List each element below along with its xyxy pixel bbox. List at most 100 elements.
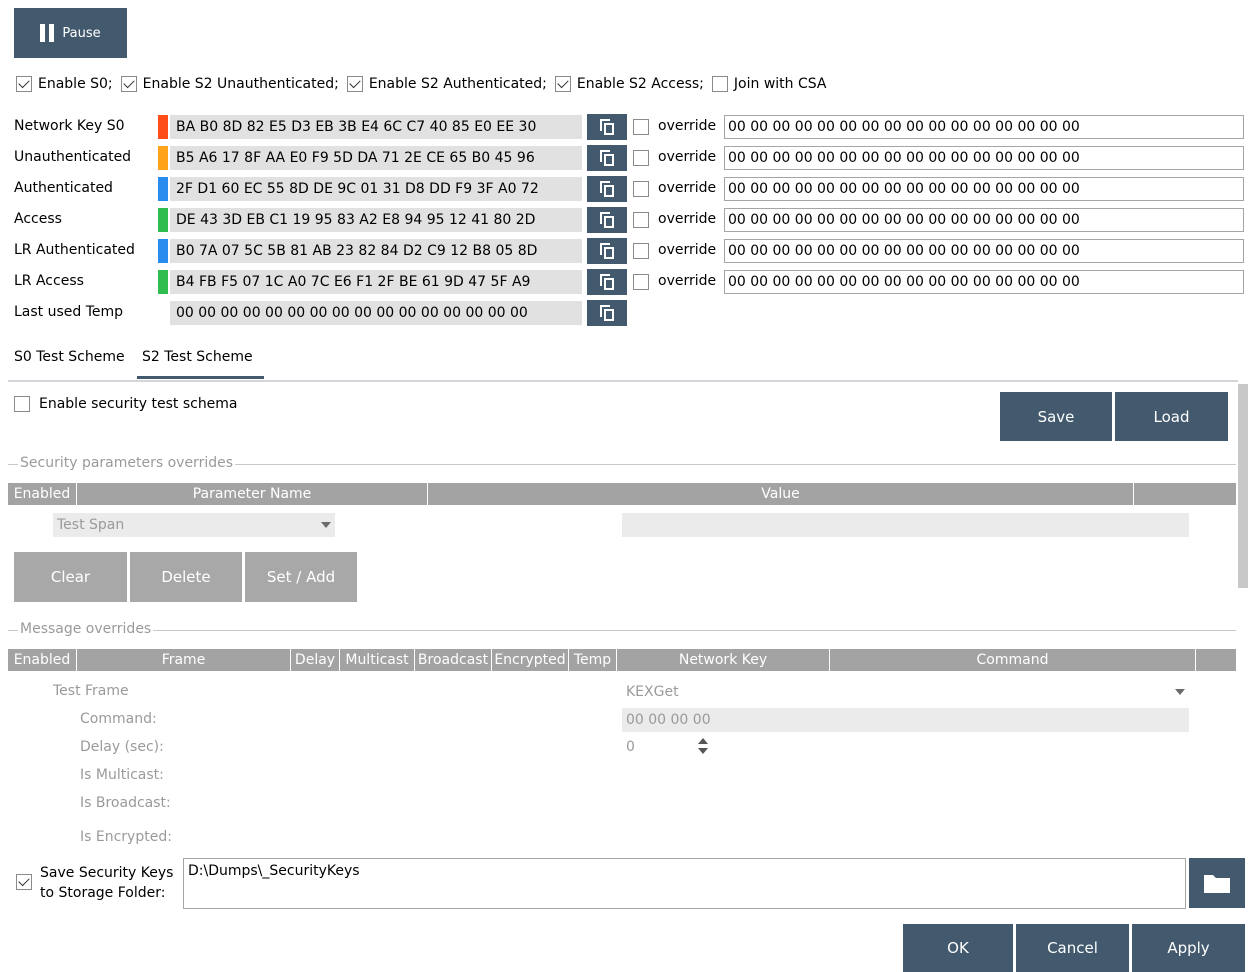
folder-icon (1204, 875, 1230, 893)
override-checkbox[interactable] (633, 181, 649, 197)
key-value: 2F D1 60 EC 55 8D DE 9C 01 31 D8 DD F9 3… (170, 177, 582, 201)
copy-button[interactable] (587, 238, 627, 264)
copy-button[interactable] (587, 300, 627, 326)
ok-button[interactable]: OK (903, 924, 1013, 972)
parameter-select[interactable]: Test Span (53, 513, 335, 537)
key-color-bar (158, 146, 168, 170)
browse-folder-button[interactable] (1189, 858, 1245, 908)
flag-join-with-csa[interactable]: Join with CSA (711, 76, 827, 92)
override-key-input[interactable]: 00 00 00 00 00 00 00 00 00 00 00 00 00 0… (724, 208, 1244, 232)
override-key-input[interactable]: 00 00 00 00 00 00 00 00 00 00 00 00 00 0… (724, 177, 1244, 201)
copy-button[interactable] (587, 145, 627, 171)
params-table-header: Enabled Parameter Name Value (8, 483, 1236, 505)
checkbox[interactable] (346, 76, 363, 92)
clear-button[interactable]: Clear (14, 552, 127, 602)
parameter-value-input[interactable] (622, 513, 1189, 537)
override-label: override (658, 149, 717, 165)
column-value: Value (428, 483, 1134, 505)
flag-label: Enable S2 Access; (576, 76, 704, 92)
column-multicast: Multicast (340, 649, 415, 671)
set-add-button[interactable]: Set / Add (245, 552, 357, 602)
delay-label: Delay (sec): (80, 739, 164, 755)
override-checkbox[interactable] (633, 150, 649, 166)
apply-button[interactable]: Apply (1132, 924, 1245, 972)
parameter-select-value: Test Span (57, 517, 125, 533)
pause-button[interactable]: Pause (14, 8, 127, 58)
command-input[interactable]: 00 00 00 00 (622, 708, 1189, 732)
cancel-button[interactable]: Cancel (1016, 924, 1129, 972)
copy-icon (600, 181, 614, 197)
flag-label: Enable S0; (38, 76, 113, 92)
delete-button[interactable]: Delete (130, 552, 242, 602)
checkbox[interactable] (711, 76, 728, 92)
override-checkbox[interactable] (633, 243, 649, 259)
save-keys-label-line2: to Storage Folder: (40, 885, 166, 901)
enable-schema-row[interactable]: Enable security test schema (14, 396, 238, 412)
flag-enable-s2-unauthenticated[interactable]: Enable S2 Unauthenticated; (120, 76, 339, 92)
delay-value: 0 (626, 739, 635, 755)
override-label: override (658, 242, 717, 258)
column-delay: Delay (291, 649, 340, 671)
override-label: override (658, 211, 717, 227)
pause-icon (40, 24, 55, 42)
key-label-lr-authenticated: LR Authenticated (14, 242, 135, 258)
key-label-lr-access: LR Access (14, 273, 84, 289)
override-key-input[interactable]: 00 00 00 00 00 00 00 00 00 00 00 00 00 0… (724, 270, 1244, 294)
column-temp: Temp (569, 649, 617, 671)
is-multicast-label: Is Multicast: (80, 767, 164, 783)
override-key-input[interactable]: 00 00 00 00 00 00 00 00 00 00 00 00 00 0… (724, 115, 1244, 139)
column-frame: Frame (77, 649, 291, 671)
save-keys-label: Save Security Keys to Storage Folder: (40, 863, 173, 903)
flag-enable-s0[interactable]: Enable S0; (16, 76, 113, 92)
copy-icon (600, 274, 614, 290)
copy-icon (600, 305, 614, 321)
column-enabled: Enabled (8, 483, 77, 505)
enable-schema-label: Enable security test schema (39, 396, 238, 412)
override-key-input[interactable]: 00 00 00 00 00 00 00 00 00 00 00 00 00 0… (724, 146, 1244, 170)
column-network-key: Network Key (617, 649, 830, 671)
test-frame-label: Test Frame (53, 683, 129, 699)
copy-icon (600, 243, 614, 259)
copy-button[interactable] (587, 269, 627, 295)
flag-enable-s2-access[interactable]: Enable S2 Access; (554, 76, 704, 92)
storage-folder-input[interactable]: D:\Dumps\_SecurityKeys (183, 858, 1186, 909)
checkbox[interactable] (120, 76, 137, 92)
spin-up-icon[interactable] (698, 738, 708, 744)
key-color-bar (158, 239, 168, 263)
override-checkbox[interactable] (633, 274, 649, 290)
save-button[interactable]: Save (1000, 392, 1112, 441)
delay-spinner[interactable]: 0 (622, 735, 714, 759)
copy-button[interactable] (587, 176, 627, 202)
tab-s0-test-scheme[interactable]: S0 Test Scheme (14, 349, 125, 365)
key-label-access: Access (14, 211, 62, 227)
security-flags: Enable S0; Enable S2 Unauthenticated; En… (16, 76, 834, 92)
override-checkbox[interactable] (633, 212, 649, 228)
spin-down-icon[interactable] (698, 748, 708, 754)
enable-schema-checkbox[interactable] (14, 396, 30, 412)
checkbox[interactable] (16, 76, 32, 92)
key-color-bar (158, 177, 168, 201)
override-checkbox[interactable] (633, 119, 649, 135)
key-color-bar (158, 270, 168, 294)
tab-s2-test-scheme[interactable]: S2 Test Scheme (142, 349, 253, 365)
message-overrides-group-title: Message overrides (18, 621, 154, 637)
flag-label: Join with CSA (733, 76, 827, 92)
flag-label: Enable S2 Unauthenticated; (142, 76, 339, 92)
copy-icon (600, 150, 614, 166)
checkbox[interactable] (554, 76, 571, 92)
override-label: override (658, 180, 717, 196)
test-frame-select[interactable]: KEXGet (622, 680, 1189, 704)
copy-button[interactable] (587, 114, 627, 140)
key-value: B0 7A 07 5C 5B 81 AB 23 82 84 D2 C9 12 B… (170, 239, 582, 263)
key-color-bar (158, 115, 168, 139)
key-value: B4 FB F5 07 1C A0 7C E6 F1 2F BE 61 9D 4… (170, 270, 582, 294)
column-enabled: Enabled (8, 649, 77, 671)
load-button[interactable]: Load (1115, 392, 1228, 441)
flag-enable-s2-authenticated[interactable]: Enable S2 Authenticated; (346, 76, 547, 92)
save-keys-checkbox[interactable] (16, 874, 32, 890)
copy-button[interactable] (587, 207, 627, 233)
override-key-input[interactable]: 00 00 00 00 00 00 00 00 00 00 00 00 00 0… (724, 239, 1244, 263)
chevron-down-icon (1175, 689, 1185, 695)
tab-divider (8, 380, 1238, 382)
scrollbar-thumb[interactable] (1238, 384, 1248, 588)
